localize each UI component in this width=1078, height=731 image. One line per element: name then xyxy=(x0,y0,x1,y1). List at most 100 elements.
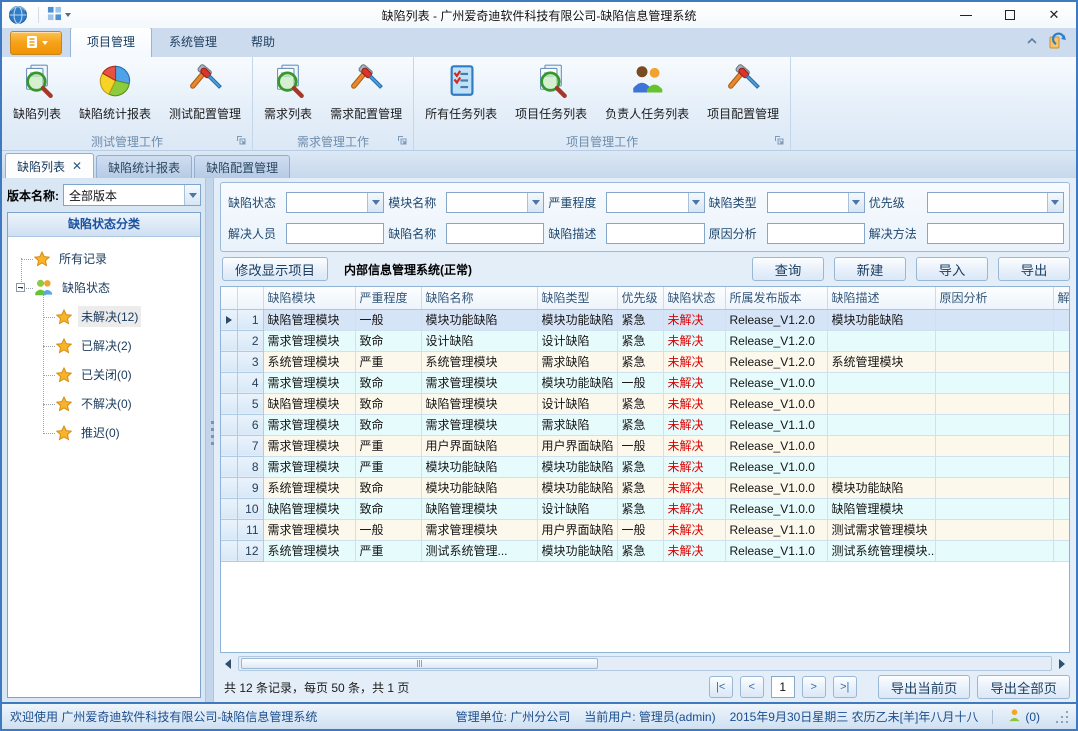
data-cell[interactable]: 严重 xyxy=(355,456,421,477)
chevron-down-icon[interactable] xyxy=(367,193,383,212)
tab-defect-config[interactable]: 缺陷配置管理 xyxy=(194,155,290,178)
data-cell[interactable]: 模块功能缺陷 xyxy=(537,477,617,498)
column-header[interactable]: 缺陷名称 xyxy=(421,287,537,309)
table-row[interactable]: 8需求管理模块严重模块功能缺陷模块功能缺陷紧急未解决Release_V1.0.0 xyxy=(221,456,1070,477)
export-all-pages-button[interactable]: 导出全部页 xyxy=(977,675,1070,699)
data-cell[interactable]: 缺陷管理模块 xyxy=(827,498,935,519)
table-row[interactable]: 7需求管理模块严重用户界面缺陷用户界面缺陷一般未解决Release_V1.0.0 xyxy=(221,435,1070,456)
data-cell[interactable]: 模块功能缺陷 xyxy=(421,477,537,498)
tree-item-defect-status[interactable]: 缺陷状态 xyxy=(8,273,200,302)
data-cell[interactable]: 需求管理模块 xyxy=(263,372,355,393)
data-cell[interactable]: 需求管理模块 xyxy=(421,414,537,435)
data-cell[interactable] xyxy=(827,372,935,393)
chevron-down-icon[interactable] xyxy=(1047,193,1063,212)
ribbon-tab-project[interactable]: 项目管理 xyxy=(70,27,152,57)
splitter-handle[interactable] xyxy=(205,178,214,702)
data-cell[interactable] xyxy=(1053,498,1070,519)
row-selector-cell[interactable] xyxy=(221,519,237,540)
data-cell[interactable]: 需求管理模块 xyxy=(263,519,355,540)
dialog-launcher-icon[interactable] xyxy=(397,135,408,146)
data-cell[interactable] xyxy=(827,435,935,456)
data-cell[interactable]: 致命 xyxy=(355,372,421,393)
data-cell[interactable]: 紧急 xyxy=(617,414,663,435)
dialog-launcher-icon[interactable] xyxy=(774,135,785,146)
data-cell[interactable] xyxy=(935,540,1053,561)
data-cell[interactable]: 模块功能缺陷 xyxy=(827,477,935,498)
data-cell[interactable]: Release_V1.0.0 xyxy=(725,372,827,393)
quick-access-layout-button[interactable] xyxy=(43,4,75,26)
table-row[interactable]: 4需求管理模块致命需求管理模块模块功能缺陷一般未解决Release_V1.0.0 xyxy=(221,372,1070,393)
data-cell[interactable] xyxy=(827,330,935,351)
data-cell[interactable]: 系统管理模块 xyxy=(827,351,935,372)
defect-list-button[interactable]: 缺陷列表 xyxy=(4,58,70,124)
scrollbar-thumb[interactable] xyxy=(241,658,598,669)
data-cell[interactable]: 需求管理模块 xyxy=(421,519,537,540)
data-cell[interactable]: 需求管理模块 xyxy=(263,414,355,435)
data-cell[interactable] xyxy=(1053,456,1070,477)
row-selector-cell[interactable] xyxy=(221,498,237,519)
data-cell[interactable]: 测试需求管理模块 xyxy=(827,519,935,540)
data-cell[interactable]: 一般 xyxy=(355,309,421,330)
minimize-button[interactable] xyxy=(944,2,988,28)
data-cell[interactable] xyxy=(1053,477,1070,498)
column-header[interactable]: 缺陷描述 xyxy=(827,287,935,309)
data-cell[interactable]: 紧急 xyxy=(617,477,663,498)
data-cell[interactable]: 模块功能缺陷 xyxy=(421,456,537,477)
data-cell[interactable]: 紧急 xyxy=(617,309,663,330)
data-cell[interactable]: 缺陷管理模块 xyxy=(263,498,355,519)
data-cell[interactable]: 需求缺陷 xyxy=(537,414,617,435)
close-tab-icon[interactable]: ✕ xyxy=(72,160,82,172)
column-header[interactable]: 缺陷类型 xyxy=(537,287,617,309)
data-cell[interactable]: Release_V1.0.0 xyxy=(725,393,827,414)
data-cell[interactable]: 模块功能缺陷 xyxy=(421,309,537,330)
row-selector-cell[interactable] xyxy=(221,309,237,330)
data-cell[interactable] xyxy=(1053,519,1070,540)
data-cell[interactable]: 模块功能缺陷 xyxy=(827,309,935,330)
data-cell[interactable]: 致命 xyxy=(355,498,421,519)
data-cell[interactable]: 测试系统管理模块... xyxy=(827,540,935,561)
table-row[interactable]: 6需求管理模块致命需求管理模块需求缺陷紧急未解决Release_V1.1.0 xyxy=(221,414,1070,435)
data-cell[interactable]: Release_V1.2.0 xyxy=(725,351,827,372)
data-cell[interactable]: 严重 xyxy=(355,540,421,561)
column-header[interactable]: 所属发布版本 xyxy=(725,287,827,309)
tree-item-wontfix[interactable]: 不解决(0) xyxy=(8,389,200,418)
status-cell[interactable]: 未解决 xyxy=(663,372,725,393)
column-header[interactable]: 解决 xyxy=(1053,287,1070,309)
data-cell[interactable] xyxy=(935,351,1053,372)
data-cell[interactable]: 致命 xyxy=(355,414,421,435)
defect-status-select[interactable] xyxy=(286,192,384,213)
data-cell[interactable] xyxy=(1053,540,1070,561)
table-row[interactable]: 12系统管理模块严重测试系统管理...模块功能缺陷紧急未解决Release_V1… xyxy=(221,540,1070,561)
data-cell[interactable] xyxy=(935,393,1053,414)
first-page-button[interactable]: |< xyxy=(709,676,733,698)
data-cell[interactable]: 设计缺陷 xyxy=(537,393,617,414)
collapse-ribbon-button[interactable] xyxy=(1026,35,1038,50)
page-number-input[interactable] xyxy=(771,676,795,698)
status-cell[interactable]: 未解决 xyxy=(663,330,725,351)
defect-name-input[interactable] xyxy=(446,223,544,244)
test-config-button[interactable]: 测试配置管理 xyxy=(160,58,250,124)
data-cell[interactable]: 需求管理模块 xyxy=(421,372,537,393)
data-cell[interactable]: 模块功能缺陷 xyxy=(537,309,617,330)
data-cell[interactable]: 一般 xyxy=(617,519,663,540)
data-cell[interactable]: 缺陷管理模块 xyxy=(263,309,355,330)
row-selector-cell[interactable] xyxy=(221,351,237,372)
tab-defect-list[interactable]: 缺陷列表 ✕ xyxy=(5,153,94,178)
prev-page-button[interactable]: < xyxy=(740,676,764,698)
status-cell[interactable]: 未解决 xyxy=(663,351,725,372)
data-cell[interactable] xyxy=(827,414,935,435)
data-cell[interactable] xyxy=(935,372,1053,393)
last-page-button[interactable]: >| xyxy=(833,676,857,698)
table-row[interactable]: 1缺陷管理模块一般模块功能缺陷模块功能缺陷紧急未解决Release_V1.2.0… xyxy=(221,309,1070,330)
data-cell[interactable]: 设计缺陷 xyxy=(421,330,537,351)
data-cell[interactable]: 系统管理模块 xyxy=(263,540,355,561)
tree-item-all-records[interactable]: 所有记录 xyxy=(8,244,200,273)
import-button[interactable]: 导入 xyxy=(916,257,988,281)
data-cell[interactable]: 需求管理模块 xyxy=(263,435,355,456)
data-cell[interactable]: 系统管理模块 xyxy=(263,477,355,498)
data-cell[interactable] xyxy=(935,330,1053,351)
data-cell[interactable] xyxy=(827,456,935,477)
data-cell[interactable] xyxy=(1053,414,1070,435)
export-current-page-button[interactable]: 导出当前页 xyxy=(878,675,971,699)
data-cell[interactable]: 一般 xyxy=(355,519,421,540)
